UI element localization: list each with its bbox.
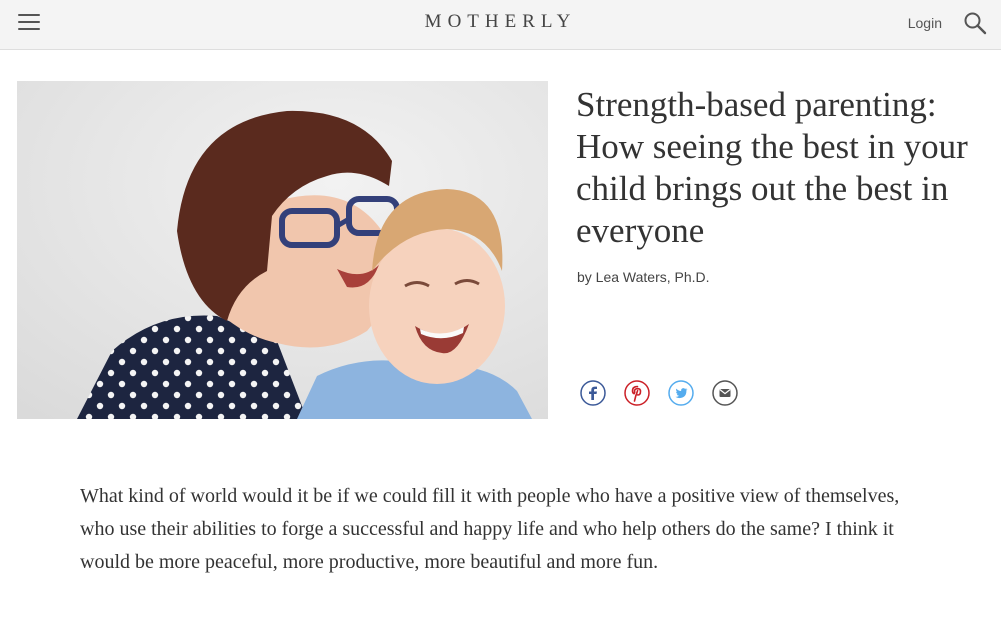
facebook-share-button[interactable] xyxy=(580,380,606,406)
twitter-icon xyxy=(668,380,694,406)
article-intro-paragraph: What kind of world would it be if we cou… xyxy=(80,485,900,573)
login-link[interactable]: Login xyxy=(908,15,942,31)
top-nav-bar: MOTHERLY Login xyxy=(0,0,1001,50)
pinterest-icon xyxy=(624,380,650,406)
email-icon xyxy=(712,380,738,406)
hamburger-menu-icon[interactable] xyxy=(18,14,40,32)
article-title: Strength-based parenting: How seeing the… xyxy=(576,85,968,250)
twitter-share-button[interactable] xyxy=(668,380,694,406)
facebook-icon xyxy=(580,380,606,406)
pinterest-share-button[interactable] xyxy=(624,380,650,406)
search-icon[interactable] xyxy=(963,11,987,35)
article-byline[interactable]: by Lea Waters, Ph.D. xyxy=(577,269,710,285)
hero-photo-mother-and-son xyxy=(17,81,548,419)
site-logo[interactable]: MOTHERLY xyxy=(0,11,1001,33)
email-share-button[interactable] xyxy=(712,380,738,406)
